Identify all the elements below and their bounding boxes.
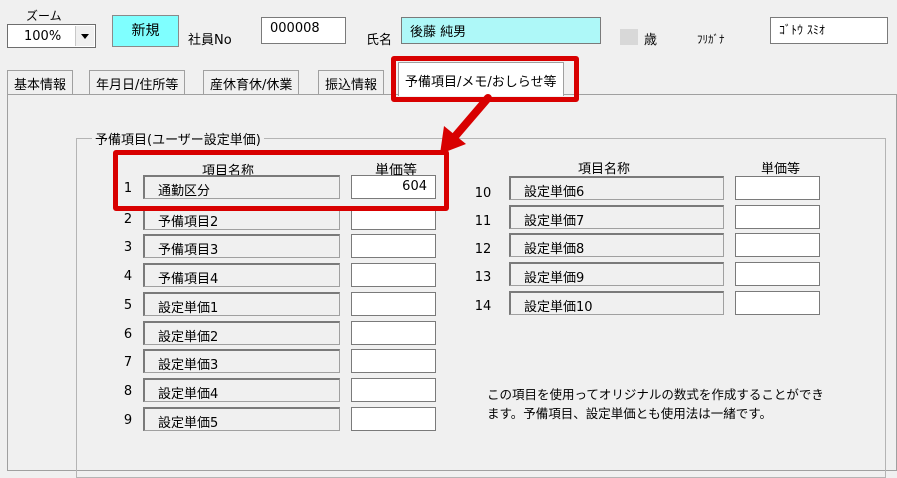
item-name-field[interactable]: 設定単価2: [143, 321, 340, 345]
usage-note: この項目を使用ってオリジナルの数式を作成することができ ます。予備項目、設定単価…: [487, 385, 837, 423]
unit-price-field[interactable]: [735, 176, 820, 200]
item-name-field[interactable]: 設定単価5: [143, 407, 340, 431]
row-number: 13: [474, 270, 492, 285]
col-header-unit-price-right: 単価等: [761, 162, 801, 177]
unit-price-field[interactable]: [351, 378, 436, 402]
item-name-field[interactable]: 設定単価1: [143, 292, 340, 316]
row-number: 7: [123, 355, 133, 370]
row-number: 3: [123, 240, 133, 255]
unit-price-field[interactable]: [735, 262, 820, 286]
row-number: 4: [123, 269, 133, 284]
row-number: 11: [474, 214, 492, 229]
highlight-box-row1: [113, 150, 449, 211]
usage-note-line2: ます。予備項目、設定単価とも使用法は一緒です。: [487, 406, 773, 421]
row-number: 12: [474, 242, 492, 257]
item-name-field[interactable]: 設定単価3: [143, 349, 340, 373]
item-name-field[interactable]: 設定単価10: [509, 291, 724, 315]
unit-price-field[interactable]: [351, 321, 436, 345]
row-number: 10: [474, 186, 492, 201]
item-name-field[interactable]: 設定単価8: [509, 233, 724, 257]
row-number: 14: [474, 299, 492, 314]
item-name-field[interactable]: 設定単価4: [143, 378, 340, 402]
row-number: 2: [123, 212, 133, 227]
row-number: 9: [123, 413, 133, 428]
unit-price-field[interactable]: [351, 349, 436, 373]
item-name-field[interactable]: 設定単価7: [509, 205, 724, 229]
unit-price-field[interactable]: [351, 292, 436, 316]
row-number: 5: [123, 298, 133, 313]
row-number: 6: [123, 327, 133, 342]
item-name-field[interactable]: 予備項目4: [143, 263, 340, 287]
col-header-item-name-right: 項目名称: [578, 162, 631, 177]
unit-price-field[interactable]: [735, 205, 820, 229]
unit-price-field[interactable]: [351, 263, 436, 287]
usage-note-line1: この項目を使用ってオリジナルの数式を作成することができ: [487, 387, 824, 402]
arrow-icon: [440, 94, 492, 154]
unit-price-field[interactable]: [735, 233, 820, 257]
row-number: 8: [123, 384, 133, 399]
item-name-field[interactable]: 設定単価6: [509, 176, 724, 200]
unit-price-field[interactable]: [351, 407, 436, 431]
item-name-field[interactable]: 設定単価9: [509, 262, 724, 286]
unit-price-field[interactable]: [351, 234, 436, 258]
unit-price-field[interactable]: [735, 291, 820, 315]
group-title: 予備項目(ユーザー設定単価): [92, 129, 264, 148]
item-name-field[interactable]: 予備項目3: [143, 234, 340, 258]
